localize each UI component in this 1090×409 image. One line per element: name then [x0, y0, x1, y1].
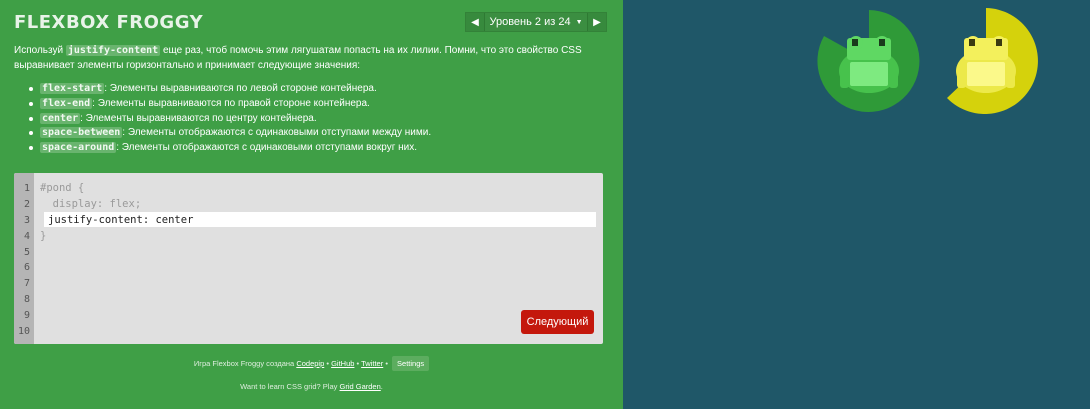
line-number: 3 — [23, 214, 30, 226]
level-indicator[interactable]: Уровень 2 из 24 ▼ — [484, 13, 588, 31]
yellow-frog-belly — [967, 62, 1005, 86]
line-number: 6 — [23, 262, 30, 274]
value-code: flex-start — [40, 83, 105, 94]
values-list: flex-start: Элементы выравниваются по ле… — [14, 82, 606, 156]
line-number: 4 — [23, 230, 30, 242]
green-frog-left-pupil — [852, 39, 858, 46]
caret-down-icon: ▼ — [575, 18, 583, 26]
green-frog-belly — [850, 62, 888, 86]
credits-prefix: Игра Flexbox Froggy создана — [193, 359, 295, 368]
value-desc: : Элементы выравниваются по центру конте… — [80, 112, 317, 124]
grid-prefix: Want to learn CSS grid? Play — [240, 382, 338, 391]
line-number: 8 — [23, 294, 30, 306]
line-number: 2 — [23, 198, 30, 210]
line-number: 10 — [17, 326, 30, 338]
separator: • — [356, 359, 360, 368]
next-button[interactable]: Следующий — [521, 310, 594, 334]
code-area: #pond { display: flex; } Следующий — [34, 173, 603, 344]
value-item: flex-start: Элементы выравниваются по ле… — [14, 82, 606, 97]
value-code: space-around — [40, 142, 117, 154]
green-frog-right-foot — [889, 70, 898, 88]
value-desc: : Элементы отображаются с одинаковыми от… — [116, 142, 418, 154]
settings-button[interactable]: Settings — [392, 356, 430, 371]
value-item: space-around: Элементы отображаются с од… — [14, 141, 606, 156]
code-editor: 1 2 3 4 5 6 7 8 9 10 #pond { display: fl… — [14, 173, 603, 344]
line-number: 1 — [23, 183, 30, 194]
github-link[interactable]: GitHub — [331, 359, 354, 368]
code-line-4: } — [40, 229, 47, 242]
level-navigation: ◀ Уровень 2 из 24 ▼ ▶ — [465, 12, 607, 32]
next-level-button[interactable]: ▶ — [588, 13, 606, 31]
grid-suffix: . — [380, 382, 383, 391]
yellow-frog-right-pupil — [996, 39, 1002, 46]
grid-garden-promo: Want to learn CSS grid? Play Grid Garden… — [0, 382, 623, 391]
triangle-right-icon: ▶ — [593, 16, 601, 28]
intro-text-1: Используй — [14, 45, 64, 56]
line-number: 9 — [23, 310, 30, 322]
value-code: space-between — [40, 127, 123, 139]
triangle-left-icon: ◀ — [471, 16, 479, 28]
credits: Игра Flexbox Froggy создана Codepip • Gi… — [0, 356, 623, 371]
value-item: flex-end: Элементы выравниваются по прав… — [14, 97, 606, 112]
yellow-frog — [947, 8, 1038, 114]
separator: • — [326, 359, 329, 368]
instructions-intro: Используй justify-content еще раз, чтоб … — [14, 44, 606, 73]
twitter-link[interactable]: Twitter — [361, 359, 383, 368]
line-number: 5 — [23, 246, 30, 258]
yellow-frog-left-pupil — [969, 39, 975, 46]
value-code: center — [40, 112, 81, 124]
value-desc: : Элементы выравниваются по правой сторо… — [92, 97, 370, 109]
header: Flexbox Froggy ◀ Уровень 2 из 24 ▼ ▶ — [14, 0, 609, 44]
yellow-frog-left-foot — [957, 70, 966, 88]
instructions: Используй justify-content еще раз, чтоб … — [14, 44, 606, 156]
value-item: center: Элементы выравниваются по центру… — [14, 112, 606, 127]
game-title: Flexbox Froggy — [14, 11, 204, 33]
green-frog-right-pupil — [879, 39, 885, 46]
green-frog — [817, 10, 920, 112]
value-desc: : Элементы отображаются с одинаковыми от… — [122, 127, 432, 139]
line-number-gutter: 1 2 3 4 5 6 7 8 9 10 — [14, 173, 34, 344]
grid-garden-link[interactable]: Grid Garden — [339, 382, 380, 391]
code-line-1: #pond { — [40, 182, 85, 194]
line-number: 7 — [23, 278, 30, 290]
prev-level-button[interactable]: ◀ — [466, 13, 484, 31]
yellow-frog-right-foot — [1006, 70, 1015, 88]
level-label: Уровень 2 из 24 — [489, 16, 571, 28]
sidebar: Flexbox Froggy ◀ Уровень 2 из 24 ▼ ▶ Исп… — [0, 0, 623, 409]
css-input[interactable] — [44, 212, 596, 227]
code-line-2: display: flex; — [40, 197, 142, 210]
value-desc: : Элементы выравниваются по левой сторон… — [104, 83, 377, 94]
pond-board — [623, 0, 1090, 409]
green-frog-left-foot — [840, 70, 849, 88]
intro-code: justify-content — [65, 45, 161, 56]
separator: • — [385, 359, 388, 368]
value-code: flex-end — [40, 97, 93, 109]
codepip-link[interactable]: Codepip — [296, 359, 324, 368]
value-item: space-between: Элементы отображаются с о… — [14, 126, 606, 141]
